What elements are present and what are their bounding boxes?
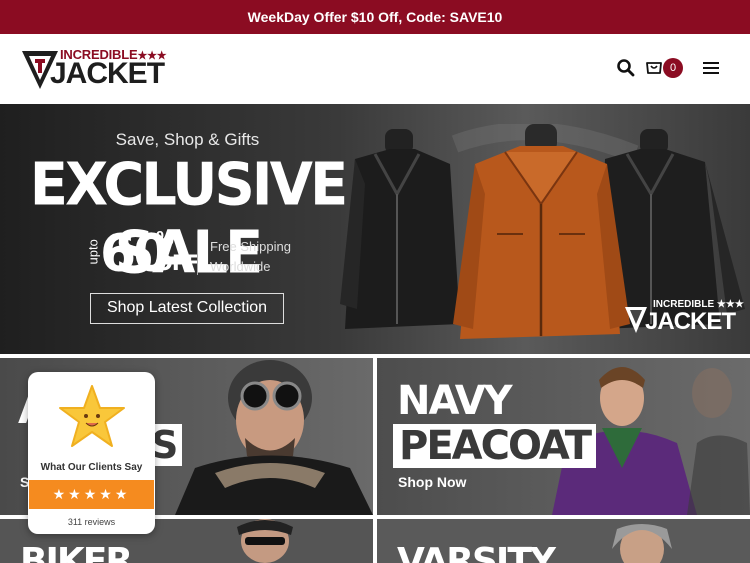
menu-icon[interactable] [701,58,721,78]
reviews-title: What Our Clients Say [40,462,143,473]
hero-subtitle: Save, Shop & Gifts [115,130,260,149]
smiling-star-icon [59,385,125,447]
hero-shipping-line2: Worldwide [210,259,271,274]
hero-percent: % [156,228,174,250]
offer-text: WeekDay Offer $10 Off, Code: SAVE10 [247,9,503,25]
hero-off: OFF [155,251,200,275]
watermark-main-text: JACKET [645,308,736,335]
reviews-widget[interactable]: What Our Clients Say ★★★★★ 311 reviews [28,372,155,534]
logo-main-text: JACKET [50,57,165,90]
hero-banner[interactable]: Save, Shop & Gifts EXCLUSIVE SALE upto 6… [0,104,750,354]
varsity-model-image [612,524,672,563]
hero-upto: upto [85,239,101,265]
offer-banner[interactable]: WeekDay Offer $10 Off, Code: SAVE10 [0,0,750,34]
navy-boxed-title: PEACOAT [393,424,597,468]
search-icon[interactable] [616,58,636,78]
navy-title: NAVY [397,378,513,424]
reviews-rating-stars: ★★★★★ [29,480,154,509]
category-tile-navy-peacoat[interactable]: NAVY PEACOAT Shop Now [377,358,750,515]
hero-shipping: Free Shipping Worldwide [210,237,291,277]
varsity-title: VARSITY [397,541,556,563]
watermark-v-icon [625,307,647,333]
category-tile-varsity[interactable]: VARSITY [377,519,750,563]
biker-title: BIKER [20,541,133,563]
navy-shop-now-link[interactable]: Shop Now [398,474,466,490]
cart-icon[interactable] [644,58,664,78]
reviews-count: 311 reviews [67,517,116,527]
aviator-model-image [175,360,373,515]
shop-latest-collection-button[interactable]: Shop Latest Collection [90,293,284,324]
hero-divider [197,231,198,275]
biker-model-image [237,519,293,563]
hero-shipping-line1: Free Shipping [210,239,291,254]
cart-count-badge[interactable]: 0 [663,58,683,78]
site-header: INCREDIBLE★★★ JACKET 0 [0,34,750,104]
site-logo[interactable]: INCREDIBLE★★★ JACKET [22,47,172,91]
